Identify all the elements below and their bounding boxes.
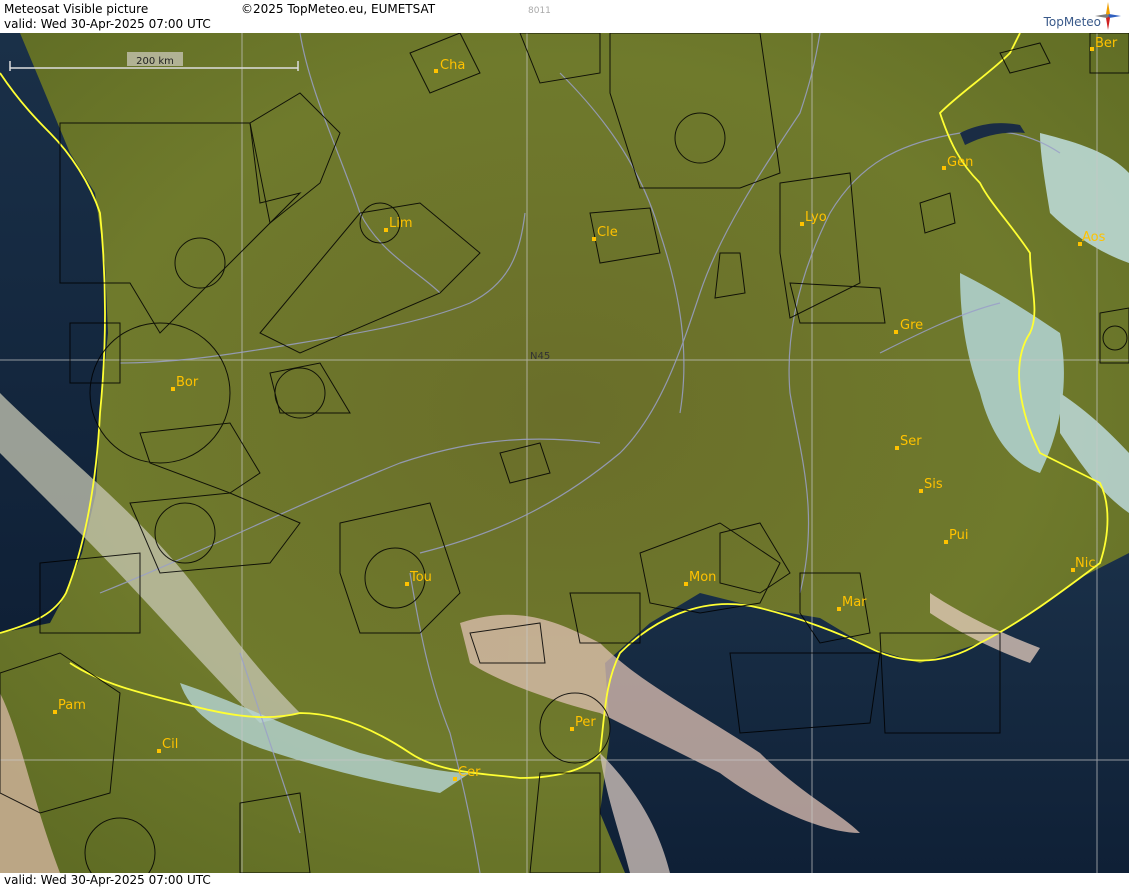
city-pam[interactable]: Pam	[53, 698, 86, 714]
svg-text:Gen: Gen	[947, 155, 973, 170]
latitude-label: N45	[530, 351, 550, 362]
topmeteo-logo-icon	[1095, 2, 1121, 30]
footer-bar: valid: Wed 30-Apr-2025 07:00 UTC	[0, 873, 1129, 887]
city-ber[interactable]: Ber	[1090, 36, 1118, 51]
city-gen[interactable]: Gen	[942, 155, 973, 170]
svg-text:Mar: Mar	[842, 595, 867, 610]
scale-label: 200 km	[136, 56, 174, 67]
svg-text:Ser: Ser	[900, 434, 922, 449]
svg-text:Tou: Tou	[409, 570, 432, 585]
svg-text:Lyo: Lyo	[805, 210, 827, 225]
svg-text:Pui: Pui	[949, 528, 968, 543]
svg-text:Bor: Bor	[176, 375, 199, 390]
city-nic[interactable]: Nic	[1071, 556, 1095, 572]
city-tou[interactable]: Tou	[405, 570, 432, 586]
svg-text:Gre: Gre	[900, 318, 923, 333]
svg-text:Pam: Pam	[58, 698, 86, 713]
svg-text:Per: Per	[575, 715, 596, 730]
svg-text:Lim: Lim	[389, 216, 413, 231]
satellite-map[interactable]: 200 km N45 Cha Ber Gen Lim Cle Lyo Aos G…	[0, 33, 1129, 873]
svg-text:Cha: Cha	[440, 58, 465, 73]
svg-text:Cer: Cer	[458, 765, 481, 780]
footer-valid-time: valid: Wed 30-Apr-2025 07:00 UTC	[4, 873, 211, 887]
city-lim[interactable]: Lim	[384, 216, 413, 232]
svg-text:Mon: Mon	[689, 570, 716, 585]
city-mon[interactable]: Mon	[684, 570, 716, 586]
brand-name[interactable]: TopMeteo	[1044, 15, 1101, 29]
city-ser[interactable]: Ser	[895, 434, 922, 450]
valid-time: valid: Wed 30-Apr-2025 07:00 UTC	[4, 17, 211, 31]
svg-text:Sis: Sis	[924, 477, 943, 492]
svg-text:Aos: Aos	[1082, 230, 1106, 245]
city-aos[interactable]: Aos	[1078, 230, 1106, 246]
city-bor[interactable]: Bor	[171, 375, 199, 391]
city-cer[interactable]: Cer	[453, 765, 481, 781]
svg-text:Cil: Cil	[162, 737, 178, 752]
svg-text:Cle: Cle	[597, 225, 618, 240]
image-code: 8011	[528, 6, 551, 16]
city-mar[interactable]: Mar	[837, 595, 867, 611]
svg-text:Nic: Nic	[1075, 556, 1095, 571]
svg-text:Ber: Ber	[1095, 36, 1118, 51]
satellite-viewer: Meteosat Visible picture ©2025 TopMeteo.…	[0, 0, 1129, 887]
header-bar: Meteosat Visible picture ©2025 TopMeteo.…	[0, 0, 1129, 33]
map-title: Meteosat Visible picture	[4, 2, 149, 16]
copyright-text: ©2025 TopMeteo.eu, EUMETSAT	[241, 2, 436, 16]
